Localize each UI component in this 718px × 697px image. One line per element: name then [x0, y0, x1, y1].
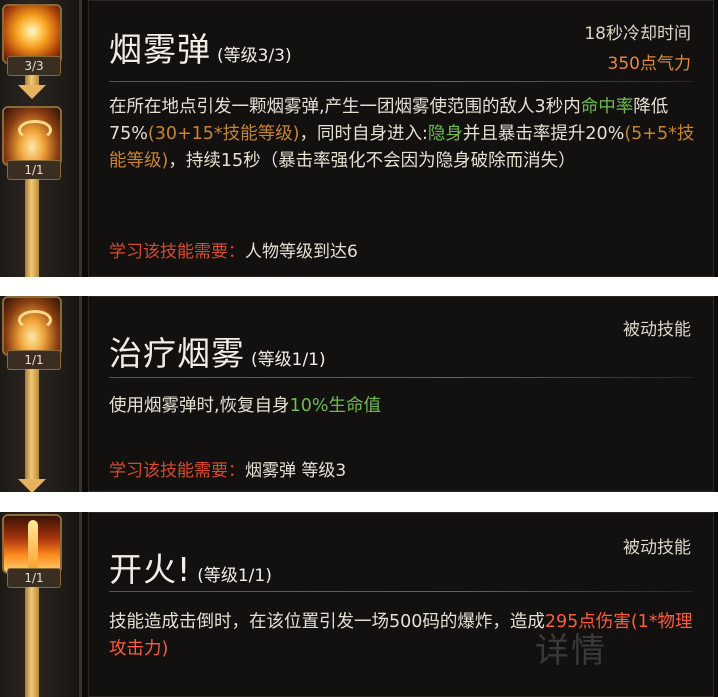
- skill-level: (等级1/1): [197, 566, 272, 586]
- skill-description: 技能造成击倒时，在该位置引发一场500码的爆炸，造成295点伤害(1*物理攻击力…: [109, 609, 695, 663]
- skill-tree-strip: 1/1: [0, 296, 82, 492]
- smoke-bomb-icon[interactable]: [2, 4, 62, 64]
- skill-name: 烟雾弹: [109, 30, 211, 69]
- skill-level-badge: 1/1: [7, 350, 61, 370]
- divider: [109, 377, 693, 378]
- skill-card-healing-smoke: 1/1 治疗烟雾 (等级1/1) 被动技能 使用烟雾弹时,恢复自身10%生命值 学…: [0, 296, 718, 492]
- skill-level: (等级1/1): [251, 350, 326, 370]
- divider: [109, 591, 693, 592]
- desc-formula: (30+15*技能等级): [147, 124, 300, 144]
- desc-text: 在所在地点引发一颗烟雾弹,产生一团烟雾使范围的敌人3秒内: [109, 97, 581, 117]
- healing-smoke-icon[interactable]: [2, 296, 62, 356]
- connector-rod: [25, 179, 39, 277]
- skill-description: 使用烟雾弹时,恢复自身10%生命值: [109, 393, 695, 420]
- requirement-label: 学习该技能需要：: [109, 461, 245, 481]
- requirement-value: 烟雾弹 等级3: [245, 461, 347, 481]
- desc-highlight: 命中率: [580, 97, 634, 117]
- skill-name: 治疗烟雾: [109, 334, 245, 373]
- skill-requirement: 学习该技能需要：人物等级到达6: [109, 237, 358, 262]
- desc-text: ，持续15秒（暴击率强化不会因为隐身破除而消失）: [168, 151, 576, 171]
- desc-text: ，同时自身进入:: [299, 124, 428, 144]
- skill-detail-box: 开火! (等级1/1) 被动技能 技能造成击倒时，在该位置引发一场500码的爆炸，…: [88, 512, 714, 697]
- skill-level-badge: 3/3: [7, 56, 61, 76]
- skill-tree-strip: 3/3 1/1: [0, 0, 82, 277]
- skill-name: 开火!: [109, 550, 192, 589]
- skill-level-badge: 1/1: [7, 568, 61, 588]
- skill-detail-box: 治疗烟雾 (等级1/1) 被动技能 使用烟雾弹时,恢复自身10%生命值 学习该技能…: [88, 296, 714, 492]
- skill-detail-box: 烟雾弹 (等级3/3) 18秒冷却时间 350点气力 在所在地点引发一颗烟雾弹,产…: [88, 0, 714, 277]
- divider: [109, 81, 693, 82]
- desc-text: 技能造成击倒时，在该位置引发一场500码的爆炸，造成: [109, 612, 545, 632]
- desc-highlight: 隐身: [427, 124, 463, 144]
- skill-level-badge: 1/1: [7, 160, 61, 180]
- connector-rod: [25, 75, 39, 85]
- fire-explosion-icon[interactable]: [2, 514, 62, 574]
- healing-smoke-icon[interactable]: [2, 106, 62, 166]
- passive-tag: 被动技能: [623, 320, 691, 340]
- details-watermark[interactable]: 详情: [535, 623, 607, 672]
- skill-card-open-fire: 1/1 开火! (等级1/1) 被动技能 技能造成击倒时，在该位置引发一场500码…: [0, 512, 718, 697]
- requirement-label: 学习该技能需要：: [109, 242, 245, 262]
- skill-title: 开火! (等级1/1): [109, 543, 272, 591]
- skill-card-smoke-bomb: 3/3 1/1 烟雾弹 (等级3/3) 18秒冷却时间 350点气力 在所在地点引…: [0, 0, 718, 277]
- arrow-down-icon: [18, 85, 46, 99]
- skill-description: 在所在地点引发一颗烟雾弹,产生一团烟雾使范围的敌人3秒内命中率降低75%(30+…: [109, 94, 695, 175]
- skill-title: 烟雾弹 (等级3/3): [109, 23, 292, 71]
- connector-rod: [25, 587, 39, 697]
- desc-highlight: 10%生命值: [289, 396, 381, 416]
- skill-level: (等级3/3): [217, 46, 292, 66]
- skill-title: 治疗烟雾 (等级1/1): [109, 327, 326, 375]
- desc-text: 使用烟雾弹时,恢复自身: [109, 396, 290, 416]
- cost-text: 350点气力: [607, 54, 691, 74]
- arrow-down-icon: [18, 479, 46, 492]
- skill-requirement: 学习该技能需要：烟雾弹 等级3: [109, 456, 346, 481]
- skill-tree-strip: 1/1: [0, 512, 82, 697]
- cooldown-text: 18秒冷却时间: [584, 24, 691, 44]
- requirement-value: 人物等级到达6: [245, 242, 358, 262]
- connector-rod: [25, 369, 39, 479]
- desc-text: 并且暴击率提升20%: [462, 124, 625, 144]
- passive-tag: 被动技能: [623, 538, 691, 558]
